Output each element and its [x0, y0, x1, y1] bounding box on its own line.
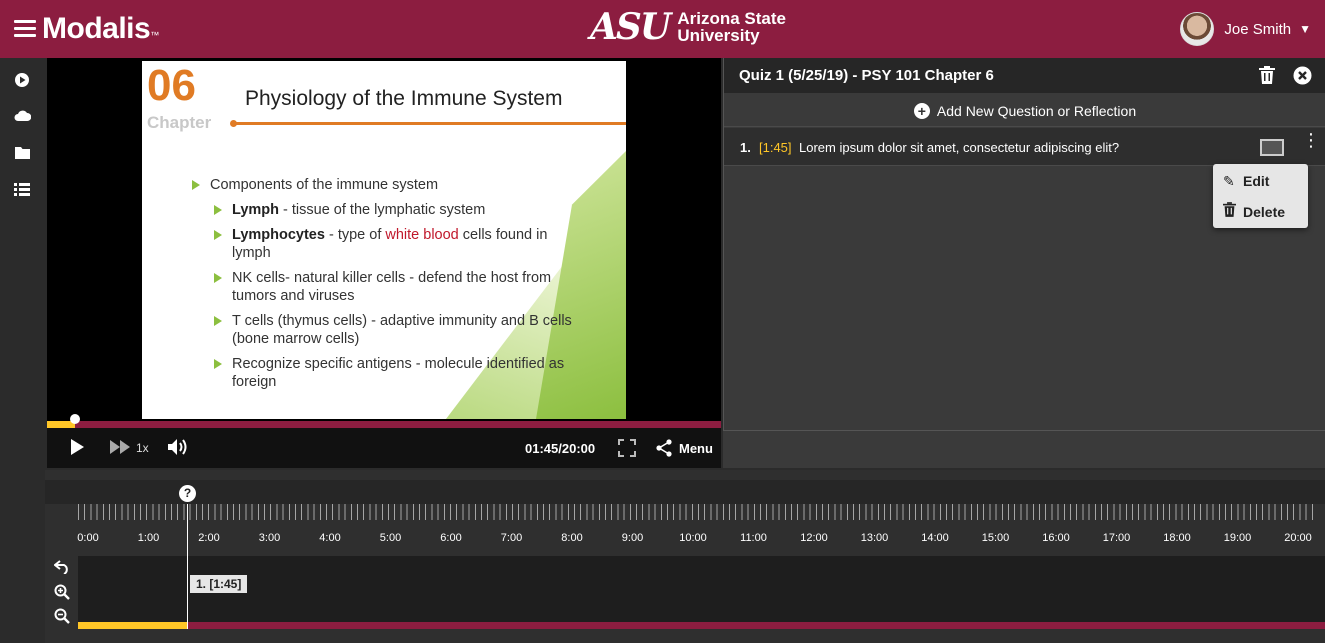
timeline-label: 11:00 [740, 532, 767, 544]
timeline-track[interactable] [78, 556, 1325, 624]
timeline-label: 19:00 [1223, 532, 1252, 544]
asu-mark: ASU [590, 6, 671, 48]
user-name[interactable]: Joe Smith [1224, 21, 1291, 38]
bullet: Components of the immune system [192, 176, 572, 194]
user-menu[interactable]: Joe Smith ▼ [1180, 12, 1311, 46]
timeline-label: 0:00 [77, 532, 99, 544]
timeline-label: 18:00 [1163, 532, 1191, 544]
timeline-ticks[interactable] [78, 504, 1318, 520]
playback-speed[interactable]: 1x [136, 441, 149, 455]
question-text[interactable]: Lorem ipsum dolor sit amet, consectetur … [799, 140, 1119, 155]
timeline-label: 7:00 [500, 532, 523, 544]
timeline-label: 10:00 [679, 532, 707, 544]
brand-logo[interactable]: Modalis™ [42, 12, 159, 46]
sub-bullet: Lymph - tissue of the lymphatic system [192, 201, 572, 219]
add-question-button[interactable]: + Add New Question or Reflection [724, 95, 1325, 127]
quiz-title: Quiz 1 (5/25/19) - PSY 101 Chapter 6 [739, 67, 994, 84]
cloud-icon[interactable] [13, 109, 31, 127]
question-row[interactable]: 1. [1:45] Lorem ipsum dolor sit amet, co… [724, 128, 1325, 166]
timeline-label: 16:00 [1042, 532, 1070, 544]
share-icon[interactable] [655, 439, 673, 460]
add-question-label: Add New Question or Reflection [936, 102, 1137, 119]
lecture-slide: 06 Chapter Physiology of the Immune Syst… [142, 61, 626, 419]
close-icon[interactable] [1293, 66, 1312, 90]
hamburger-icon[interactable] [14, 20, 36, 38]
question-marker-tag[interactable]: 1. [1:45] [190, 575, 248, 593]
sub-bullet: T cells (thymus cells) - adaptive immuni… [192, 312, 572, 348]
timeline-label: 13:00 [860, 532, 889, 544]
trash-icon[interactable] [1259, 66, 1275, 89]
timeline-marker-lane[interactable] [45, 480, 1325, 504]
university-name: Arizona State University [677, 9, 786, 45]
left-rail [0, 58, 44, 643]
menu-button[interactable]: Menu [679, 441, 713, 456]
chevron-down-icon[interactable]: ▼ [1299, 22, 1311, 36]
video-progress-bar[interactable] [47, 414, 721, 428]
timeline-label: 12:00 [800, 532, 828, 544]
zoom-out-icon[interactable] [54, 608, 70, 628]
university-logo: ASU Arizona State University [590, 9, 786, 45]
timeline-label: 8:00 [561, 532, 583, 544]
timeline-label: 6:00 [440, 532, 462, 544]
play-circle-icon[interactable] [13, 72, 31, 90]
progress-scrubber[interactable] [70, 414, 81, 424]
timeline-label: 1:00 [137, 532, 160, 544]
quiz-panel: Quiz 1 (5/25/19) - PSY 101 Chapter 6 + A… [723, 58, 1325, 468]
timeline-label: 9:00 [621, 532, 644, 544]
slide-title: Physiology of the Immune System [245, 87, 563, 110]
quiz-panel-footer [723, 430, 1325, 468]
more-options-icon[interactable]: ⋮ [1302, 131, 1320, 149]
play-icon[interactable] [69, 438, 85, 459]
slide-title-dot [230, 120, 237, 127]
timeline-label: 4:00 [319, 532, 341, 544]
question-marker-icon[interactable]: ? [179, 485, 196, 502]
question-time[interactable]: [1:45] [759, 140, 792, 155]
volume-icon[interactable] [167, 438, 193, 459]
top-bar: Modalis™ ASU Arizona State University Jo… [0, 0, 1325, 58]
fast-forward-icon[interactable] [109, 439, 133, 458]
question-checkbox[interactable] [1260, 139, 1284, 156]
player-controls: 1x 01:45/20:00 Menu [47, 428, 721, 468]
sub-bullet: Lymphocytes - type of white blood cells … [192, 226, 572, 262]
timeline-label: 3:00 [258, 532, 281, 544]
timeline-editor: 0:00 1:00 2:00 3:00 4:00 5:00 6:00 7:00 8:00 9:00… [45, 470, 1325, 643]
avatar[interactable] [1180, 12, 1215, 46]
timeline-label: 5:00 [379, 532, 402, 544]
slide-bullets: Components of the immune system Lymph - … [192, 176, 572, 398]
video-player[interactable]: 06 Chapter Physiology of the Immune Syst… [47, 58, 721, 422]
trash-icon [1223, 202, 1243, 220]
undo-icon[interactable] [53, 560, 71, 578]
timeline-label: 17:00 [1102, 532, 1131, 544]
list-icon[interactable] [13, 183, 31, 201]
edit-menu-item[interactable]: ✎ Edit [1223, 173, 1269, 190]
fullscreen-icon[interactable] [618, 439, 636, 460]
timeline-playhead[interactable] [187, 504, 188, 629]
question-context-menu: ✎ Edit Delete [1213, 164, 1308, 228]
slide-title-rule [232, 122, 626, 125]
folder-icon[interactable] [13, 146, 31, 164]
slide-number: 06 [147, 61, 196, 110]
delete-menu-item[interactable]: Delete [1223, 202, 1285, 220]
zoom-in-icon[interactable] [54, 584, 70, 604]
time-display: 01:45/20:00 [525, 441, 596, 456]
plus-circle-icon: + [913, 102, 930, 119]
slide-chapter-label: Chapter [147, 113, 212, 132]
timeline-progress-fill [78, 622, 187, 629]
sub-bullet: NK cells- natural killer cells - defend … [192, 269, 572, 305]
pencil-icon: ✎ [1223, 173, 1235, 189]
question-number: 1. [740, 140, 751, 155]
timeline-label: 20:00 [1284, 532, 1312, 544]
timeline-label: 15:00 [981, 532, 1010, 544]
timeline-progress[interactable] [78, 622, 1325, 629]
timeline-label: 14:00 [921, 532, 949, 544]
timeline-label: 2:00 [198, 532, 220, 544]
quiz-header: Quiz 1 (5/25/19) - PSY 101 Chapter 6 [724, 58, 1325, 93]
sub-bullet: Recognize specific antigens - molecule i… [192, 355, 572, 391]
